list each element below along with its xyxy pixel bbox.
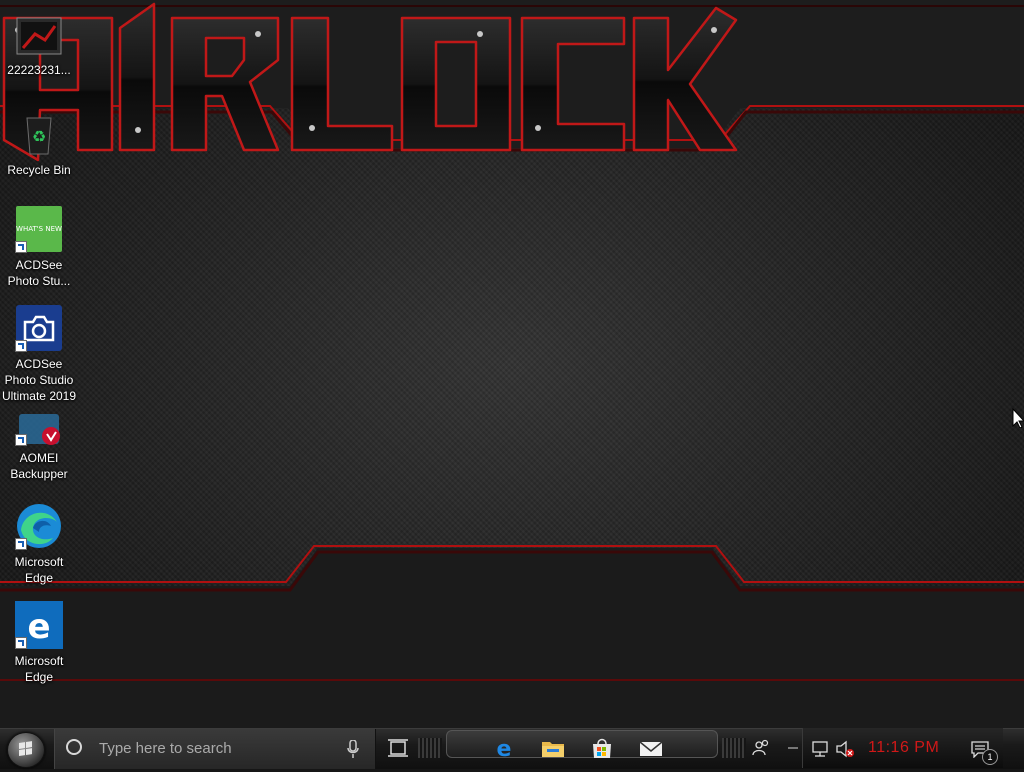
file-explorer-icon[interactable] xyxy=(541,736,565,760)
desktop-icon-microsoft-edge[interactable]: Microsoft Edge xyxy=(0,502,78,586)
shortcut-arrow-icon xyxy=(15,340,27,352)
desktop-icon-acdsee-ultimate[interactable]: ACDSee Photo Studio Ultimate 2019 xyxy=(0,304,78,404)
desktop-icon-recycle-bin[interactable]: ♻ Recycle Bin xyxy=(0,110,78,178)
edge-legacy-icon: e xyxy=(15,601,63,649)
desktop-icon-label: ACDSee Photo Studio Ultimate 2019 xyxy=(1,357,77,403)
svg-text:e: e xyxy=(27,607,50,647)
desktop-icon-folder[interactable]: 22223231... xyxy=(0,10,78,78)
edge-chromium-icon xyxy=(15,502,63,550)
store-icon[interactable] xyxy=(590,736,614,760)
shortcut-arrow-icon xyxy=(15,637,27,649)
camera-icon xyxy=(15,304,63,352)
search-placeholder: Type here to search xyxy=(99,740,232,757)
chevron-up-icon[interactable] xyxy=(788,745,798,751)
desktop-icon-label: ACDSee Photo Stu... xyxy=(7,258,71,288)
whats-new-badge: WHAT'S NEW xyxy=(16,225,62,233)
desktop-icon-label: 22223231... xyxy=(7,63,71,77)
desktop-icon-label: Microsoft Edge xyxy=(14,555,64,585)
svg-text:♻: ♻ xyxy=(32,127,46,146)
desktop-icon-label: Recycle Bin xyxy=(7,163,71,177)
mouse-cursor-icon xyxy=(1012,408,1024,428)
microphone-icon[interactable] xyxy=(347,740,359,758)
desktop-wallpaper xyxy=(0,0,1024,728)
folder-thumbnail-icon xyxy=(15,10,63,58)
desktop-icon-label: Microsoft Edge xyxy=(14,654,64,684)
network-icon[interactable] xyxy=(811,740,831,758)
notification-count-badge: 1 xyxy=(982,749,998,765)
taskbar-grip-left xyxy=(418,738,442,758)
people-icon[interactable] xyxy=(752,739,770,757)
airlock-logo xyxy=(2,2,738,162)
shortcut-arrow-icon xyxy=(15,241,27,253)
search-box[interactable]: Type here to search xyxy=(54,729,376,769)
acdsee-whats-new-icon: WHAT'S NEW xyxy=(15,205,63,253)
shortcut-arrow-icon xyxy=(15,434,27,446)
desktop-icon-acdsee-whats-new[interactable]: WHAT'S NEW ACDSee Photo Stu... xyxy=(0,205,78,289)
desktop-icon-aomei-backupper[interactable]: AOMEI Backupper xyxy=(0,412,78,482)
pinned-apps-bar xyxy=(446,730,718,758)
recycle-bin-icon: ♻ xyxy=(15,110,63,158)
mail-icon[interactable] xyxy=(639,736,663,760)
cortana-icon xyxy=(66,739,82,755)
clock[interactable]: 11:16 PM xyxy=(868,739,939,757)
desktop-icon-label: AOMEI Backupper xyxy=(10,451,68,481)
speaker-muted-icon[interactable] xyxy=(836,740,856,758)
aomei-icon xyxy=(15,412,63,446)
edge-icon[interactable]: e xyxy=(492,736,516,760)
start-button[interactable] xyxy=(7,732,45,768)
task-view-icon[interactable] xyxy=(388,739,408,757)
desktop-icon-microsoft-edge-legacy[interactable]: e Microsoft Edge xyxy=(0,601,78,685)
taskbar-grip-right xyxy=(722,738,746,758)
svg-text:e: e xyxy=(497,737,512,760)
shortcut-arrow-icon xyxy=(15,538,27,550)
windows-logo-icon xyxy=(19,741,32,756)
